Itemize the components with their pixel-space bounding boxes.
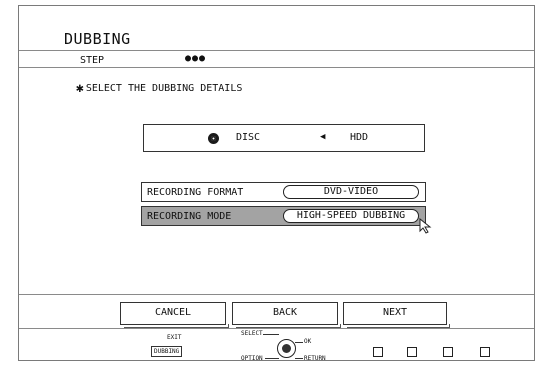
recording-format-value[interactable]: DVD-VIDEO	[283, 185, 419, 199]
color-button-3	[443, 347, 453, 357]
arrow-left-icon: ◀	[320, 132, 326, 142]
color-button-4	[480, 347, 490, 357]
recording-format-row[interactable]: RECORDING FORMAT DVD-VIDEO	[141, 182, 426, 202]
step-indicator: ●●●	[185, 53, 207, 64]
back-button[interactable]: BACK	[232, 302, 341, 328]
next-button[interactable]: NEXT	[343, 302, 450, 328]
recording-format-label: RECORDING FORMAT	[147, 187, 244, 198]
step-divider	[19, 67, 534, 68]
cancel-button[interactable]: CANCEL	[120, 302, 229, 328]
ok-label: OK	[304, 338, 312, 345]
recording-mode-label: RECORDING MODE	[147, 211, 232, 222]
hdd-label: HDD	[350, 132, 369, 143]
remote-wheel-icon	[277, 339, 296, 358]
exit-label: EXIT	[167, 334, 182, 341]
step-label: STEP	[80, 55, 105, 66]
recording-mode-value[interactable]: HIGH-SPEED DUBBING	[283, 209, 419, 223]
ok-line	[295, 342, 303, 343]
instruction: ✱ SELECT THE DUBBING DETAILS	[76, 80, 243, 96]
title-divider	[19, 50, 534, 51]
return-line	[295, 358, 303, 359]
return-label: RETURN	[304, 355, 326, 362]
select-line	[263, 334, 279, 335]
pointer-cursor-icon	[419, 218, 432, 234]
dubbing-direction-box[interactable]: DISC ◀ HDD	[143, 124, 425, 152]
disc-icon	[208, 133, 219, 144]
navigation-guide: SELECT OK OPTION RETURN	[241, 328, 341, 364]
color-button-2	[407, 347, 417, 357]
option-label: OPTION	[241, 355, 263, 362]
page-title: DUBBING	[64, 30, 131, 48]
color-button-1	[373, 347, 383, 357]
asterisk-icon: ✱	[76, 81, 84, 96]
select-label: SELECT	[241, 330, 263, 337]
buttons-top-divider	[19, 294, 534, 295]
instruction-text: SELECT THE DUBBING DETAILS	[85, 83, 243, 94]
dubbing-key-icon: DUBBING	[151, 346, 183, 357]
disc-label: DISC	[236, 132, 261, 143]
option-line	[265, 358, 279, 359]
recording-mode-row[interactable]: RECORDING MODE HIGH-SPEED DUBBING	[141, 206, 426, 226]
